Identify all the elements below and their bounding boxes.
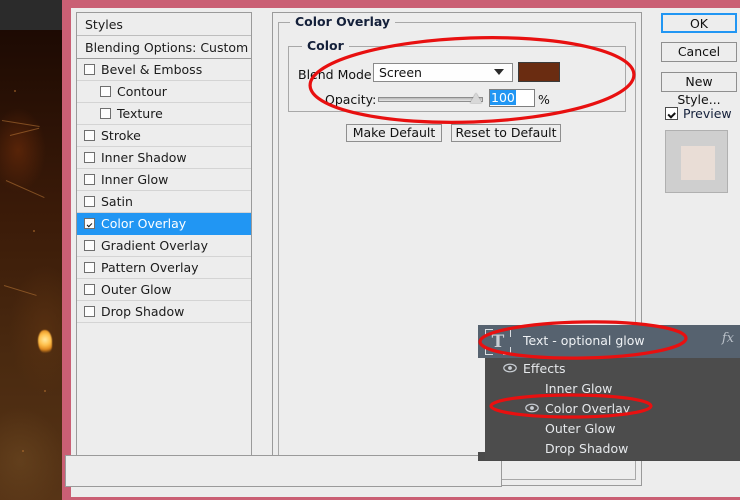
style-row-label: Texture <box>117 106 163 121</box>
texture-crack <box>3 285 37 296</box>
style-row-label: Inner Glow <box>101 172 169 187</box>
style-row-gradient-overlay[interactable]: Gradient Overlay <box>77 235 251 257</box>
layer-name-label: Text - optional glow <box>523 333 645 348</box>
style-checkbox[interactable] <box>84 174 95 185</box>
reset-to-default-button[interactable]: Reset to Default <box>451 124 561 142</box>
preview-thumbnail <box>665 130 728 193</box>
effect-label: Drop Shadow <box>545 440 629 456</box>
style-row-label: Color Overlay <box>101 216 187 231</box>
style-row-label: Bevel & Emboss <box>101 62 203 77</box>
opacity-unit-label: % <box>538 92 550 107</box>
opacity-label: Opacity: <box>325 92 377 107</box>
style-checkbox[interactable] <box>84 284 95 295</box>
canvas-artwork-background <box>0 0 62 500</box>
style-row-inner-glow[interactable]: Inner Glow <box>77 169 251 191</box>
opacity-input-value: 100 <box>490 90 516 105</box>
grunge-texture <box>0 30 62 500</box>
blending-options-row[interactable]: Blending Options: Custom <box>77 36 251 59</box>
app-top-bar <box>0 0 62 32</box>
style-row-label: Pattern Overlay <box>101 260 199 275</box>
texture-speck <box>14 90 16 92</box>
style-row-contour[interactable]: Contour <box>77 81 251 103</box>
opacity-slider-thumb[interactable] <box>470 93 482 103</box>
style-row-label: Contour <box>117 84 167 99</box>
style-row-label: Stroke <box>101 128 141 143</box>
layers-panel-popup: T Text - optional glow fx Effects Inner G… <box>478 325 740 460</box>
style-row-texture[interactable]: Texture <box>77 103 251 125</box>
style-row-pattern-overlay[interactable]: Pattern Overlay <box>77 257 251 279</box>
styles-rows: Bevel & Emboss Contour Texture Stroke Inner … <box>77 59 251 323</box>
style-row-inner-shadow[interactable]: Inner Shadow <box>77 147 251 169</box>
style-row-drop-shadow[interactable]: Drop Shadow <box>77 301 251 323</box>
style-row-label: Drop Shadow <box>101 304 185 319</box>
effect-row-color-overlay[interactable]: Color Overlay <box>485 398 740 418</box>
effect-row-inner-glow[interactable]: Inner Glow <box>485 378 740 398</box>
texture-crack <box>1 120 40 127</box>
opacity-input[interactable]: 100 <box>489 89 535 107</box>
make-default-button[interactable]: Make Default <box>346 124 442 142</box>
screen-root: Styles Blending Options: Custom Bevel & … <box>0 0 740 500</box>
effects-header-row[interactable]: Effects <box>485 358 740 378</box>
style-row-color-overlay[interactable]: Color Overlay <box>77 213 251 235</box>
style-checkbox[interactable] <box>84 152 95 163</box>
style-row-outer-glow[interactable]: Outer Glow <box>77 279 251 301</box>
styles-list-panel: Styles Blending Options: Custom Bevel & … <box>76 12 252 486</box>
style-row-label: Inner Shadow <box>101 150 187 165</box>
preview-toggle[interactable]: Preview <box>665 106 732 121</box>
style-row-label: Satin <box>101 194 133 209</box>
texture-speck <box>22 450 24 452</box>
text-layer-icon: T <box>491 332 505 352</box>
effects-list: Effects Inner Glow Color Overlay Outer Glow… <box>485 358 740 460</box>
layer-row[interactable]: T Text - optional glow fx <box>478 325 740 358</box>
eye-icon[interactable] <box>503 361 519 376</box>
texture-speck <box>33 230 35 232</box>
style-row-bevel-emboss[interactable]: Bevel & Emboss <box>77 59 251 81</box>
fx-icon[interactable]: fx <box>722 331 734 346</box>
texture-crack <box>9 127 40 136</box>
style-row-stroke[interactable]: Stroke <box>77 125 251 147</box>
style-checkbox[interactable] <box>84 306 95 317</box>
new-style-button[interactable]: New Style... <box>661 72 737 107</box>
style-row-label: Gradient Overlay <box>101 238 208 253</box>
style-checkbox[interactable] <box>84 64 95 75</box>
texture-crack <box>5 180 45 199</box>
preview-checkbox[interactable] <box>665 107 678 120</box>
effect-label: Outer Glow <box>545 420 616 436</box>
style-checkbox[interactable] <box>84 130 95 141</box>
opacity-slider-track[interactable] <box>378 97 483 102</box>
texture-speck <box>44 390 46 392</box>
cancel-button[interactable]: Cancel <box>661 42 737 62</box>
background-panel <box>65 455 502 487</box>
preview-label: Preview <box>683 106 732 121</box>
effect-row-drop-shadow[interactable]: Drop Shadow <box>485 438 740 458</box>
styles-header: Styles <box>77 13 251 36</box>
style-row-satin[interactable]: Satin <box>77 191 251 213</box>
ok-button[interactable]: OK <box>661 13 737 33</box>
blend-mode-select[interactable]: Screen <box>373 63 513 82</box>
effect-label: Inner Glow <box>545 380 613 396</box>
chevron-down-icon[interactable] <box>494 69 504 75</box>
color-legend: Color <box>302 38 349 53</box>
effects-header-label: Effects <box>523 360 566 376</box>
preview-thumbnail-swatch <box>681 146 715 180</box>
effect-label: Color Overlay <box>545 400 631 416</box>
blend-mode-label: Blend Mode: <box>298 67 376 82</box>
color-overlay-legend: Color Overlay <box>290 14 396 29</box>
style-checkbox[interactable] <box>100 108 111 119</box>
style-checkbox[interactable] <box>100 86 111 97</box>
style-checkbox[interactable] <box>84 218 95 229</box>
eye-icon[interactable] <box>525 401 541 416</box>
style-checkbox[interactable] <box>84 196 95 207</box>
glow-spark <box>38 330 52 354</box>
style-checkbox[interactable] <box>84 262 95 273</box>
layer-thumbnail[interactable]: T <box>485 329 511 355</box>
effect-row-outer-glow[interactable]: Outer Glow <box>485 418 740 438</box>
style-checkbox[interactable] <box>84 240 95 251</box>
style-row-label: Outer Glow <box>101 282 172 297</box>
color-swatch[interactable] <box>518 62 560 82</box>
